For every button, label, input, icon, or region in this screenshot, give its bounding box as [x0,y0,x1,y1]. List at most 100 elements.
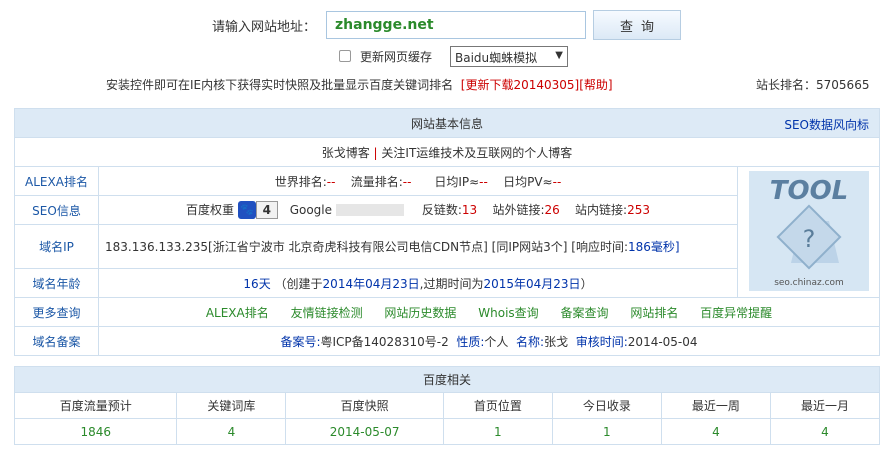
tool-logo-cell: ? TOOL seo.chinaz.com [737,166,880,298]
age-expire-label: ,过期时间为 [419,276,484,291]
google-label: Google [289,202,333,217]
seo-values: 百度权重 🐾 4 Google 反链数:13 站外链接:26 站内链接:253 [98,195,738,225]
daily-ip-label: 日均IP≈ [434,174,480,189]
site-title: 张戈博客 [321,145,370,160]
more-links: ALEXA排名 友情链接检测 网站历史数据 Whois查询 备案查询 网站排名 … [98,297,880,327]
age-expire: 2015年04月23日 [483,276,581,291]
icp-label: 域名备案 [14,326,99,356]
baidu-col-snapshot: 百度快照 [285,392,444,419]
more-link-friendlinks[interactable]: 友情链接检测 [291,306,363,320]
notice-row: 安装控件即可在IE内核下获得实时快照及批量显示百度关键词排名 [更新下载2014… [0,76,885,94]
icp-values: 备案号:粤ICP备14028310号-2 性质:个人 名称:张戈 审核时间:20… [98,326,880,356]
baidu-val-home-pos[interactable]: 1 [442,418,553,445]
ip-label: 域名IP [14,224,99,269]
daily-ip-value: -- [479,174,488,189]
age-value: 16天 [243,276,271,291]
site-title-row: 张戈博客 | 关注IT运维技术及互联网的个人博客 [14,137,880,167]
spider-select[interactable]: Baidu蜘蛛模拟 ▼ [450,46,568,67]
basic-info-header: 网站基本信息 SEO数据风向标 [14,108,880,138]
age-label: 域名年龄 [14,268,99,298]
download-link[interactable]: [更新下载20140305] [461,78,579,92]
cache-checkbox[interactable] [339,50,351,62]
cache-label: 更新网页缓存 [360,50,433,64]
icp-no-label: 备案号: [280,334,321,349]
more-link-whois[interactable]: Whois查询 [478,306,538,320]
backlinks-value: 13 [461,202,478,217]
help-link[interactable]: [帮助] [579,78,612,92]
spider-select-value: Baidu蜘蛛模拟 [455,51,538,65]
baidu-val-keywords[interactable]: 4 [176,418,287,445]
alexa-label: ALEXA排名 [14,166,99,196]
audit-label: 审核时间: [575,334,628,349]
more-link-icp[interactable]: 备案查询 [560,306,608,320]
flow-rank-label: 流量排名: [350,174,403,189]
query-button[interactable]: 查询 [593,10,681,40]
age-created-label: （创建于 [274,276,323,291]
nature: 个人 [484,334,509,349]
inlinks-value: 253 [627,202,650,217]
baidu-table: 百度相关 百度流量预计 关键词库 百度快照 首页位置 今日收录 最近一周 最近一… [13,366,881,445]
more-link-rank[interactable]: 网站排名 [630,306,678,320]
search-row: 请输入网站地址： 查询 [0,10,885,40]
daily-pv-label: 日均PV≈ [503,174,553,189]
url-label: 请输入网站地址： [212,20,317,35]
baidu-weight-value: 4 [255,201,278,220]
baidu-val-month[interactable]: 4 [769,418,881,445]
icp-no: 粤ICP备14028310号-2 [320,334,449,349]
audit: 2014-05-04 [627,334,698,349]
rank-value: 5705665 [816,78,870,92]
baidu-col-week: 最近一周 [660,392,771,419]
inlinks-label: 站内链接: [575,202,628,217]
more-link-alexa[interactable]: ALEXA排名 [206,306,269,320]
site-description: 关注IT运维技术及互联网的个人博客 [381,145,573,160]
tool-logo-icon: ? TOOL seo.chinaz.com [748,170,869,291]
age-end: ） [580,276,593,291]
more-link-history[interactable]: 网站历史数据 [384,306,456,320]
logo-text: TOOL [769,176,848,206]
baidu-paw-icon: 🐾 [237,201,256,220]
notice-text: 安装控件即可在IE内核下获得实时快照及批量显示百度关键词排名 [更新下载2014… [106,76,613,93]
baidu-col-month: 最近一月 [769,392,881,419]
baidu-header: 百度相关 [14,366,880,393]
notice-message: 安装控件即可在IE内核下获得实时快照及批量显示百度关键词排名 [106,78,454,92]
google-pr-bar [336,204,405,217]
more-label: 更多查询 [14,297,99,327]
svg-text:?: ? [802,225,815,253]
name: 张戈 [544,334,569,349]
response-value: 186毫秒] [628,239,680,254]
nature-label: 性质: [456,334,485,349]
alexa-values: 世界排名:-- 流量排名:-- 日均IP≈-- 日均PV≈-- [98,166,738,196]
baidu-col-traffic: 百度流量预计 [13,392,178,419]
rank-label: 站长排名： [756,78,817,92]
baidu-val-today[interactable]: 1 [551,418,662,445]
age-created: 2014年04月23日 [322,276,420,291]
baidu-val-week[interactable]: 4 [660,418,771,445]
site-separator: | [373,145,378,160]
daily-pv-value: -- [552,174,562,189]
basic-info-table: 网站基本信息 SEO数据风向标 张戈博客 | 关注IT运维技术及互联网的个人博客… [14,108,880,356]
outlinks-value: 26 [544,202,560,217]
name-label: 名称: [516,334,545,349]
basic-info-title: 网站基本信息 [410,116,483,131]
world-rank-label: 世界排名: [274,174,327,189]
ip-values: 183.136.133.235[浙江省宁波市 北京奇虎科技有限公司电信CDN节点… [98,224,738,269]
baidu-col-home-pos: 首页位置 [442,392,553,419]
baidu-weight-label: 百度权重 [186,202,235,217]
dropdown-arrow-icon: ▼ [555,50,563,61]
ip-value: 183.136.133.235[浙江省宁波市 北京奇虎科技有限公司电信CDN节点… [105,239,488,254]
baidu-col-today: 今日收录 [551,392,662,419]
baidu-val-traffic[interactable]: 1846 [13,418,178,445]
url-input[interactable] [326,11,586,39]
more-link-baidu-alert[interactable]: 百度异常提醒 [700,306,772,320]
seo-trend-link[interactable]: SEO数据风向标 [784,116,869,133]
flow-rank-value: -- [402,174,412,189]
age-values: 16天 （创建于2014年04月23日,过期时间为2015年04月23日） [98,268,738,298]
backlinks-label: 反链数: [421,202,462,217]
webmaster-rank: 站长排名：5705665 [756,76,869,93]
outlinks-label: 站外链接: [492,202,545,217]
response-label: [响应时间: [571,239,629,254]
baidu-val-snapshot[interactable]: 2014-05-07 [285,418,444,445]
world-rank-value: -- [326,174,336,189]
baidu-col-keywords: 关键词库 [176,392,287,419]
same-ip-link[interactable]: [同IP网站3个] [492,240,568,254]
